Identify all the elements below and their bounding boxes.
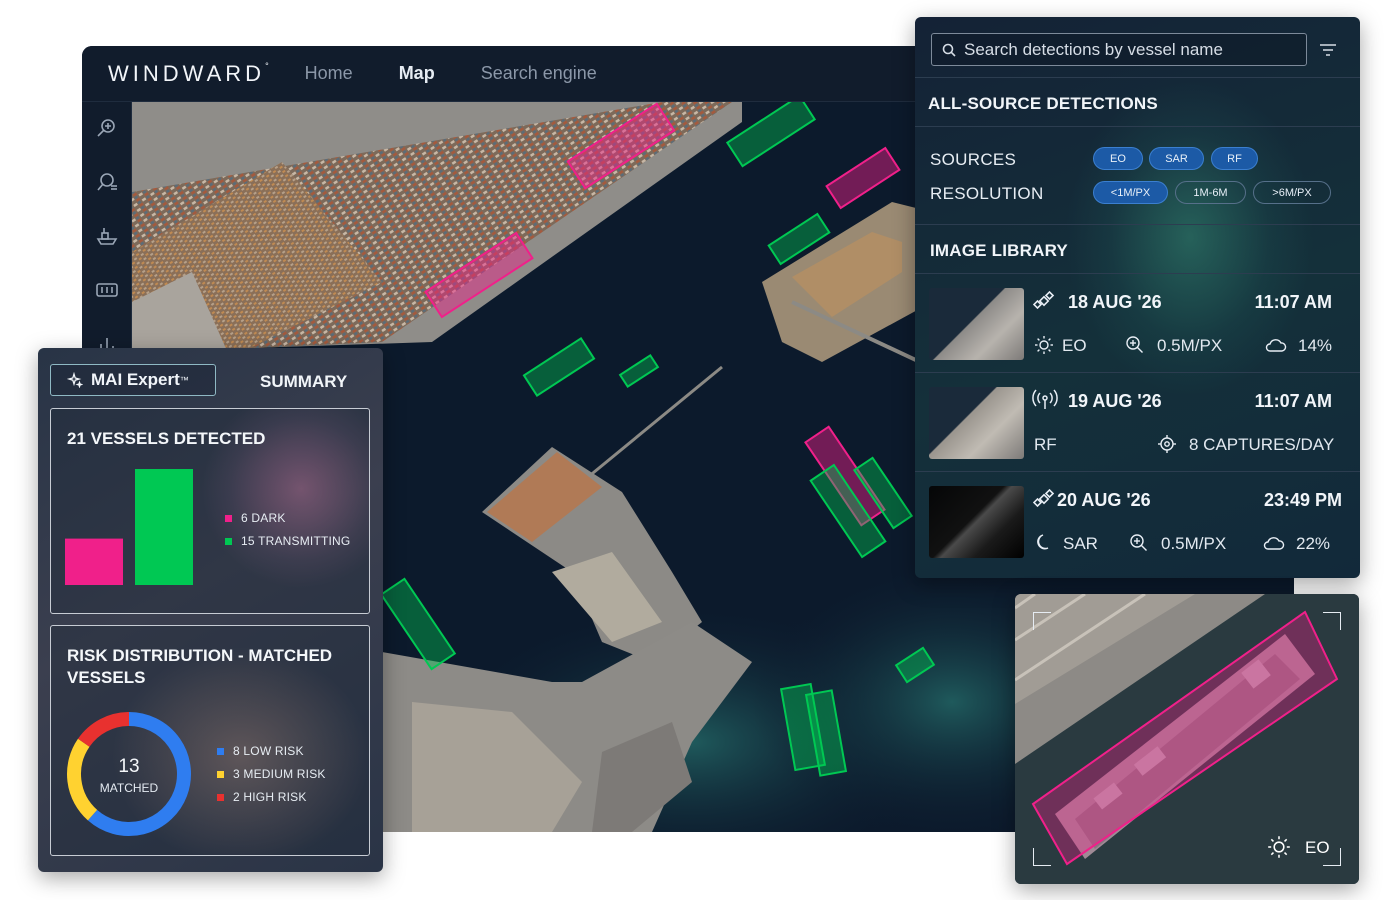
legend-low-risk: 8 LOW RISK — [217, 744, 304, 758]
library-cloud-cover: 14% — [1298, 336, 1333, 355]
resolution-chip-under-1m[interactable]: <1M/PX — [1093, 181, 1168, 204]
nav-home[interactable]: Home — [305, 63, 353, 84]
library-source: EO — [1062, 336, 1087, 355]
search-plus-icon[interactable] — [95, 116, 119, 140]
library-source: SAR — [1063, 534, 1098, 553]
vessel-search-input[interactable] — [964, 39, 1294, 60]
summary-panel: MAI Expert ™ SUMMARY 21 VESSELS DETECTED … — [38, 348, 383, 872]
frame-corner — [1323, 612, 1341, 630]
windward-logo[interactable]: WINDWARD° — [108, 61, 269, 87]
satellite-icon — [1033, 488, 1055, 508]
vessels-bar-chart — [65, 469, 193, 585]
library-item[interactable]: 18 AUG '26 11:07 AM EO 0.5M/PX 14% — [915, 273, 1360, 371]
mai-expert-trademark: ™ — [179, 375, 189, 385]
summary-tab[interactable]: SUMMARY — [260, 372, 347, 392]
library-item[interactable]: 20 AUG '26 23:49 PM SAR 0.5M/PX 22% — [915, 471, 1360, 569]
library-captures: 8 CAPTURES/DAY — [1189, 435, 1335, 454]
resolution-chip-over-6m[interactable]: >6M/PX — [1253, 181, 1331, 204]
library-source: RF — [1034, 435, 1057, 454]
frame-corner — [1033, 612, 1051, 630]
library-thumbnail — [929, 387, 1024, 459]
vessel-zoom-panel: EO — [1015, 594, 1359, 884]
mai-expert-button[interactable]: MAI Expert ™ — [50, 364, 216, 396]
slice-high-risk — [77, 712, 130, 747]
vessels-detected-card: 21 VESSELS DETECTED 6 DARK 15 TRANSMITTI… — [50, 408, 370, 614]
sun-icon — [1035, 336, 1053, 354]
cloud-icon — [1265, 339, 1287, 352]
library-resolution: 0.5M/PX — [1161, 534, 1227, 553]
resolution-chip-1m-6m[interactable]: 1M-6M — [1175, 181, 1246, 204]
library-date: 20 AUG '26 — [1057, 490, 1151, 510]
source-chip-rf[interactable]: RF — [1211, 147, 1258, 170]
zoom-source-label: EO — [1305, 838, 1330, 857]
sun-icon — [1268, 836, 1290, 858]
ship-icon[interactable] — [95, 224, 119, 248]
search-list-icon[interactable] — [95, 170, 119, 194]
library-item[interactable]: 19 AUG '26 11:07 AM RF 8 CAPTURES/DAY — [915, 372, 1360, 470]
library-cloud-cover: 22% — [1296, 534, 1331, 553]
risk-distribution-title: RISK DISTRIBUTION - MATCHED VESSELS — [67, 646, 333, 687]
vessels-detected-title: 21 VESSELS DETECTED — [67, 429, 266, 448]
risk-distribution-card: RISK DISTRIBUTION - MATCHED VESSELS 13 MA… — [50, 625, 370, 856]
bar-transmitting — [135, 469, 193, 585]
legend-medium-risk-swatch — [217, 770, 224, 778]
filter-icon[interactable] — [1319, 41, 1337, 59]
nav-map[interactable]: Map — [399, 63, 435, 84]
donut-center-label: MATCHED — [99, 781, 159, 795]
library-time: 11:07 AM — [1254, 391, 1332, 411]
satellite-icon — [1033, 290, 1055, 310]
library-date: 19 AUG '26 — [1068, 391, 1162, 411]
moon-icon — [1037, 534, 1049, 550]
legend-high-risk: 2 HIGH RISK — [217, 790, 307, 804]
sources-label: SOURCES — [930, 150, 1017, 169]
zoom-in-icon — [1126, 336, 1143, 353]
sparkle-icon — [67, 372, 83, 388]
all-source-detections-title: ALL-SOURCE DETECTIONS — [928, 94, 1158, 113]
library-thumbnail — [929, 288, 1024, 360]
library-date: 18 AUG '26 — [1068, 292, 1162, 312]
legend-dark: 6 DARK — [225, 511, 286, 525]
legend-high-risk-swatch — [217, 793, 224, 801]
image-library-title: IMAGE LIBRARY — [930, 241, 1068, 260]
library-thumbnail — [929, 486, 1024, 558]
library-time: 11:07 AM — [1254, 292, 1332, 312]
source-chip-eo[interactable]: EO — [1093, 147, 1143, 170]
vessel-search-box[interactable] — [931, 33, 1307, 66]
dashboard-icon[interactable] — [95, 278, 119, 302]
legend-transmitting-swatch — [225, 537, 232, 545]
bar-dark — [65, 538, 123, 585]
library-resolution: 0.5M/PX — [1157, 336, 1223, 355]
detections-panel: ALL-SOURCE DETECTIONS SOURCES EO SAR RF … — [915, 17, 1360, 578]
slice-medium-risk — [67, 738, 98, 821]
legend-transmitting: 15 TRANSMITTING — [225, 534, 350, 548]
radio-signal-icon — [1032, 389, 1058, 409]
resolution-label: RESOLUTION — [930, 184, 1044, 203]
legend-low-risk-swatch — [217, 747, 224, 755]
zoom-in-icon — [1130, 534, 1147, 551]
nav-search-engine[interactable]: Search engine — [481, 63, 597, 84]
target-icon — [1158, 435, 1176, 453]
donut-center-value: 13 — [118, 756, 140, 777]
search-icon — [942, 43, 956, 57]
legend-medium-risk: 3 MEDIUM RISK — [217, 767, 326, 781]
frame-corner — [1033, 848, 1051, 866]
source-chip-sar[interactable]: SAR — [1149, 147, 1204, 170]
cloud-icon — [1263, 537, 1285, 550]
legend-dark-swatch — [225, 514, 232, 522]
mai-expert-label: MAI Expert — [91, 370, 180, 389]
library-time: 23:49 PM — [1263, 490, 1342, 510]
